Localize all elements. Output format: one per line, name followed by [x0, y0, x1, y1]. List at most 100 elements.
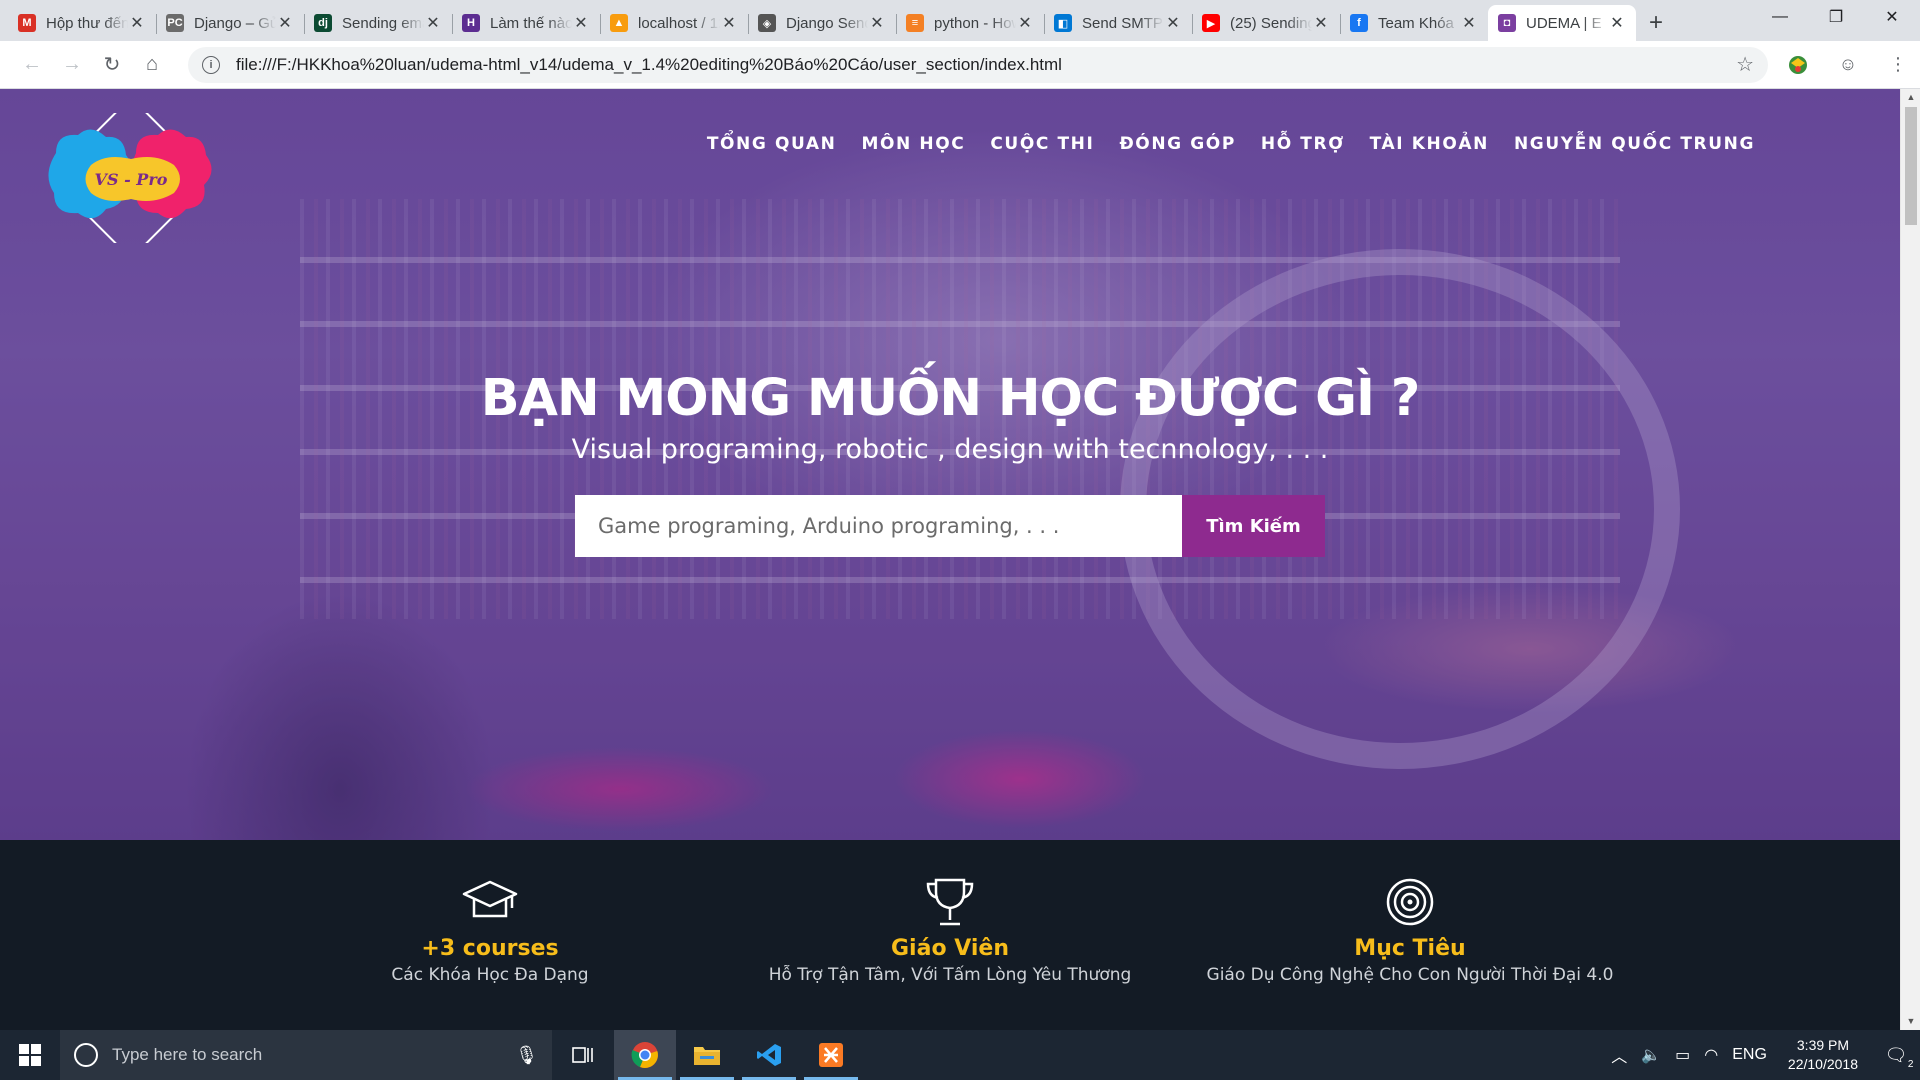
django-icon: dj [314, 14, 332, 32]
close-tab-icon[interactable]: ✕ [572, 13, 590, 33]
browser-tab-strip: M Hộp thư đến ✕ PC Django – Gửi ✕ dj Sending em… [0, 0, 1920, 41]
course-search-input[interactable] [575, 495, 1182, 557]
close-tab-icon[interactable]: ✕ [1016, 13, 1034, 33]
browser-tab[interactable]: ▲ localhost / 127✕ [600, 5, 748, 41]
gmail-icon: M [18, 14, 36, 32]
clock[interactable]: 3:39 PM 22/10/2018 [1774, 1036, 1872, 1074]
close-tab-icon[interactable]: ✕ [720, 13, 738, 33]
profile-avatar-icon[interactable]: ☺ [1828, 45, 1868, 85]
nav-link[interactable]: NGUYỄN QUỐC TRUNG [1514, 134, 1755, 154]
notification-icon: 🗨 2 [1884, 1044, 1914, 1070]
nav-link[interactable]: CUỘC THI [990, 134, 1094, 154]
input-language[interactable]: ENG [1725, 1046, 1774, 1064]
battery-icon[interactable]: ▭ [1668, 1045, 1697, 1065]
browser-tab[interactable]: M Hộp thư đến ✕ [8, 5, 156, 41]
windows-logo-icon [19, 1044, 41, 1066]
scroll-down-arrow-icon[interactable]: ▼ [1901, 1013, 1920, 1030]
clock-date: 22/10/2018 [1787, 1056, 1858, 1072]
browser-tab[interactable]: f Team Khóa ✕ [1340, 5, 1488, 41]
restore-button[interactable]: ❐ [1808, 0, 1864, 34]
tab-title: Django – Gửi [194, 14, 276, 32]
close-tab-icon[interactable]: ✕ [1460, 13, 1478, 33]
folder-icon [694, 1047, 720, 1065]
taskbar-file-explorer[interactable] [676, 1030, 738, 1080]
taskbar-search-placeholder: Type here to search [112, 1045, 263, 1064]
logo-text: VS - Pro [95, 170, 168, 189]
browser-tab[interactable]: H Làm thế nào ✕ [452, 5, 600, 41]
feature-item: Giáo Viên Hỗ Trợ Tận Tâm, Với Tấm Lòng Yê… [720, 840, 1180, 1030]
taskbar-xampp[interactable] [800, 1030, 862, 1080]
search-button[interactable]: Tìm Kiếm [1182, 495, 1325, 557]
phpmyadmin-icon: ▲ [610, 14, 628, 32]
scroll-up-arrow-icon[interactable]: ▲ [1901, 89, 1920, 106]
feature-title: Giáo Viên [891, 936, 1009, 961]
action-center-button[interactable]: 🗨 2 [1872, 1044, 1920, 1070]
task-view-button[interactable] [552, 1030, 614, 1080]
browser-tab[interactable]: ≡ python - How ✕ [896, 5, 1044, 41]
extension-icon[interactable] [1778, 45, 1818, 85]
taskbar-vscode[interactable] [738, 1030, 800, 1080]
nav-link[interactable]: MÔN HỌC [861, 134, 965, 154]
volume-icon[interactable]: 🔈 [1634, 1045, 1668, 1065]
close-tab-icon[interactable]: ✕ [276, 13, 294, 33]
browser-tab[interactable]: ▶ (25) Sending ✕ [1192, 5, 1340, 41]
tab-title: Django Send [786, 14, 868, 32]
tab-title: localhost / 127 [638, 14, 720, 32]
chrome-menu-icon[interactable]: ⋮ [1878, 45, 1918, 85]
reload-button[interactable]: ↻ [92, 45, 132, 85]
wifi-icon[interactable]: ◠ [1697, 1045, 1725, 1065]
system-tray: ︿ 🔈 ▭ ◠ ENG 3:39 PM 22/10/2018 🗨 2 [1604, 1030, 1920, 1080]
feature-item: +3 courses Các Khóa Học Đa Dạng [260, 840, 720, 1030]
scrollbar-thumb[interactable] [1905, 107, 1917, 225]
tab-title: Team Khóa [1378, 14, 1454, 32]
browser-tab[interactable]: ◘ UDEMA | E ✕ [1488, 5, 1636, 41]
stackoverflow-icon: ≡ [906, 14, 924, 32]
close-tab-icon[interactable]: ✕ [1608, 13, 1626, 33]
show-hidden-icons-chevron-icon[interactable]: ︿ [1604, 1043, 1634, 1067]
taskbar-chrome[interactable] [614, 1030, 676, 1080]
diamond-icon: ◈ [758, 14, 776, 32]
windows-taskbar: Type here to search 🎙 ︿ 🔈 ▭ ◠ ENG 3:39 P… [0, 1030, 1920, 1080]
hack-icon: H [462, 14, 480, 32]
browser-tab[interactable]: ◈ Django Send ✕ [748, 5, 896, 41]
forward-button[interactable]: → [52, 45, 92, 85]
tab-title: Làm thế nào [490, 14, 572, 32]
tab-title: (25) Sending [1230, 14, 1312, 32]
nav-link[interactable]: HỖ TRỢ [1261, 134, 1345, 154]
close-tab-icon[interactable]: ✕ [128, 13, 146, 33]
close-window-button[interactable]: ✕ [1864, 0, 1920, 34]
browser-tab[interactable]: ◧ Send SMTP ✕ [1044, 5, 1192, 41]
youtube-icon: ▶ [1202, 14, 1220, 32]
browser-tab[interactable]: dj Sending email✕ [304, 5, 452, 41]
site-logo[interactable]: VS - Pro [36, 103, 226, 253]
url-text[interactable]: file:///F:/HKKhoa%20luan/udema-html_v14/… [236, 55, 1736, 75]
nav-link[interactable]: ĐÓNG GÓP [1119, 134, 1235, 154]
udema-icon: ◘ [1498, 14, 1516, 32]
main-navigation: TỔNG QUAN MÔN HỌC CUỘC THI ĐÓNG GÓP HỖ TRỢ TÀ… [707, 134, 1755, 154]
browser-tab[interactable]: PC Django – Gửi ✕ [156, 5, 304, 41]
start-button[interactable] [0, 1030, 60, 1080]
tab-title: Hộp thư đến [46, 14, 128, 32]
page-scrollbar[interactable]: ▲ ▼ [1900, 89, 1920, 1030]
nav-link[interactable]: TÀI KHOẢN [1370, 134, 1489, 154]
home-button[interactable]: ⌂ [132, 45, 172, 85]
back-button[interactable]: ← [12, 45, 52, 85]
close-tab-icon[interactable]: ✕ [1164, 13, 1182, 33]
minimize-button[interactable]: — [1752, 0, 1808, 34]
close-tab-icon[interactable]: ✕ [424, 13, 442, 33]
new-tab-button[interactable]: + [1636, 5, 1676, 41]
feature-title: +3 courses [421, 936, 559, 961]
close-tab-icon[interactable]: ✕ [1312, 13, 1330, 33]
nav-link[interactable]: TỔNG QUAN [707, 134, 837, 154]
target-icon [1180, 876, 1640, 928]
features-strip: +3 courses Các Khóa Học Đa Dạng Giáo Viên H… [0, 840, 1900, 1030]
site-info-icon[interactable]: i [202, 55, 220, 74]
address-bar[interactable]: i file:///F:/HKKhoa%20luan/udema-html_v1… [188, 46, 1768, 83]
taskbar-search-box[interactable]: Type here to search 🎙 [60, 1030, 552, 1080]
tab-title: Sending email [342, 14, 424, 32]
close-tab-icon[interactable]: ✕ [868, 13, 886, 33]
azure-icon: ◧ [1054, 14, 1072, 32]
bookmark-star-icon[interactable]: ☆ [1736, 52, 1754, 77]
feature-description: Hỗ Trợ Tận Tâm, Với Tấm Lòng Yêu Thương [768, 965, 1132, 985]
microphone-icon[interactable]: 🎙 [515, 1045, 538, 1066]
